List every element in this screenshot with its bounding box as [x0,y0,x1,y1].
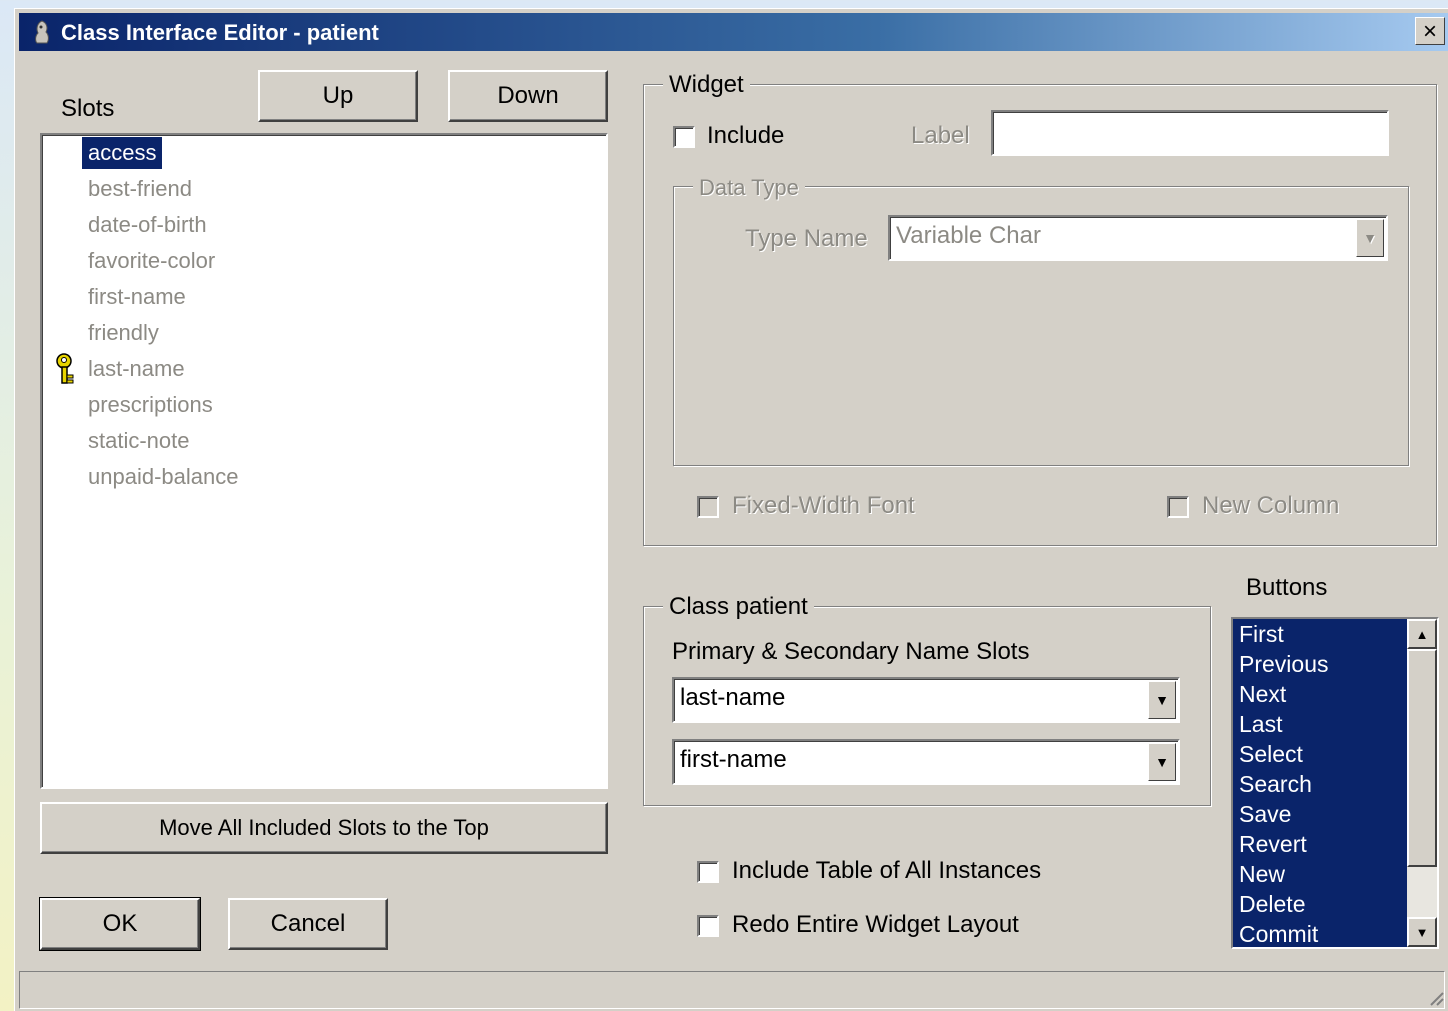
chevron-down-icon: ▼ [1415,924,1429,940]
buttons-list-items: First Previous Next Last Select Search S… [1233,619,1407,947]
resize-grip-icon[interactable] [1427,989,1445,1007]
list-item[interactable]: last-name [82,353,191,385]
fixed-width-checkbox[interactable] [697,496,719,518]
list-item[interactable]: friendly [82,317,165,349]
label-field[interactable] [991,110,1389,156]
include-table-checkbox[interactable] [697,861,719,883]
list-item[interactable]: date-of-birth [82,209,213,241]
chevron-up-icon: ▲ [1415,626,1429,642]
include-label: Include [707,122,785,149]
slots-label: Slots [61,95,115,122]
new-column-label: New Column [1202,492,1340,519]
list-item[interactable]: best-friend [82,173,198,205]
dialog-window: Class Interface Editor - patient × Slots… [14,8,1448,1011]
list-item[interactable]: static-note [82,425,196,457]
list-item[interactable]: New [1233,859,1407,889]
type-name-select[interactable]: Variable Char ▼ [888,215,1388,261]
list-item[interactable]: Next [1233,679,1407,709]
fixed-width-label: Fixed-Width Font [732,492,915,519]
chevron-down-icon[interactable]: ▼ [1148,743,1176,781]
close-icon: × [1422,18,1437,45]
list-item[interactable]: unpaid-balance [82,461,244,493]
label-caption: Label [911,122,970,149]
list-item[interactable]: Search [1233,769,1407,799]
ok-button[interactable]: OK [39,897,201,951]
scroll-down-button[interactable]: ▼ [1407,917,1437,947]
status-bar [19,971,1445,1009]
up-button[interactable]: Up [258,70,418,122]
include-checkbox[interactable] [673,126,695,148]
redo-layout-checkbox[interactable] [697,915,719,937]
list-item[interactable]: Revert [1233,829,1407,859]
scroll-thumb[interactable] [1407,649,1437,867]
list-item[interactable]: Delete [1233,889,1407,919]
move-all-button[interactable]: Move All Included Slots to the Top [40,802,608,854]
chevron-down-icon[interactable]: ▼ [1356,219,1384,257]
window-title: Class Interface Editor - patient [61,20,379,45]
close-button[interactable]: × [1415,17,1445,45]
scrollbar[interactable]: ▲ ▼ [1407,619,1437,947]
data-type-title: Data Type [693,175,805,201]
list-item[interactable]: First [1233,619,1407,649]
include-table-label: Include Table of All Instances [732,857,1042,884]
list-item[interactable]: Save [1233,799,1407,829]
name-slots-label: Primary & Secondary Name Slots [672,638,1030,665]
list-item[interactable]: Previous [1233,649,1407,679]
list-item[interactable]: Last [1233,709,1407,739]
list-item[interactable]: first-name [82,281,192,313]
list-item[interactable]: Commit [1233,919,1407,947]
slots-listbox[interactable]: access best-friend date-of-birth favorit… [40,133,608,789]
widget-group-title: Widget [663,71,750,99]
app-icon [35,20,49,44]
redo-layout-label: Redo Entire Widget Layout [732,911,1019,938]
cancel-button[interactable]: Cancel [228,898,388,950]
new-column-checkbox[interactable] [1167,496,1189,518]
class-group-title: Class patient [663,593,814,621]
secondary-name-select[interactable]: first-name ▼ [672,739,1180,785]
list-item[interactable]: favorite-color [82,245,221,277]
title-bar[interactable]: Class Interface Editor - patient [19,13,1448,51]
scroll-up-button[interactable]: ▲ [1407,619,1437,649]
list-item[interactable]: prescriptions [82,389,219,421]
buttons-listbox[interactable]: First Previous Next Last Select Search S… [1231,617,1439,949]
key-icon [56,353,74,384]
down-button[interactable]: Down [448,70,608,122]
buttons-label: Buttons [1246,574,1328,601]
primary-name-select[interactable]: last-name ▼ [672,677,1180,723]
list-item[interactable]: Select [1233,739,1407,769]
list-item[interactable]: access [80,136,164,170]
type-name-caption: Type Name [745,225,868,252]
chevron-down-icon[interactable]: ▼ [1148,681,1176,719]
